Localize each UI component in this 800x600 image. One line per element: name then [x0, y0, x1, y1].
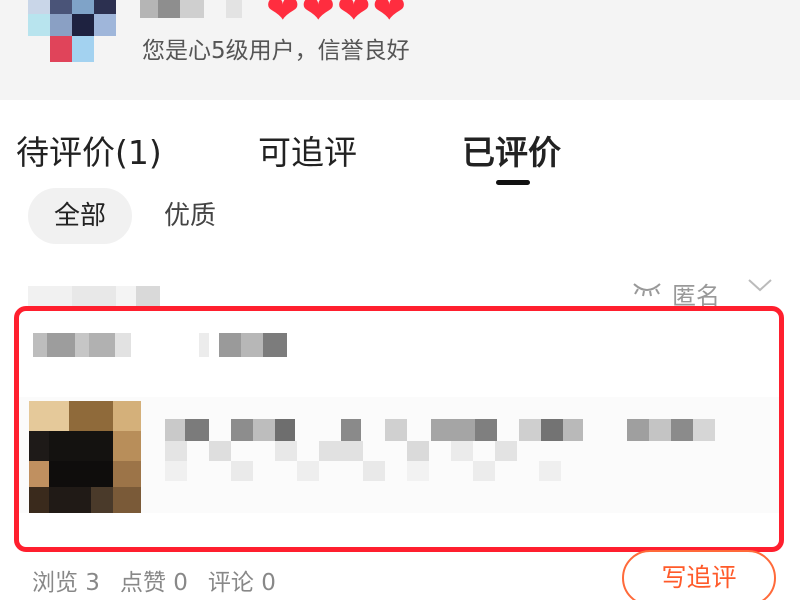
- comments-count: 评论 0: [207, 570, 276, 596]
- tab-follow-up-review[interactable]: 可追评: [258, 126, 357, 174]
- heart-icon: ❤: [372, 0, 407, 33]
- user-header: ❤ ❤ ❤ ❤ 您是心5级用户，信誉良好: [0, 0, 800, 100]
- chevron-down-icon[interactable]: [746, 272, 774, 302]
- review-card[interactable]: [14, 306, 784, 552]
- shop-name-blurred: [33, 333, 293, 357]
- avatar[interactable]: [28, 0, 116, 66]
- likes-count: 点赞 0: [119, 570, 188, 596]
- closed-eye-icon[interactable]: [632, 278, 662, 304]
- filter-all[interactable]: 全部: [28, 188, 133, 244]
- filter-quality[interactable]: 优质: [138, 188, 242, 244]
- tab-pending-review[interactable]: 待评价(1): [16, 126, 162, 174]
- username-blurred: [140, 0, 242, 18]
- heart-icon: ❤: [337, 0, 371, 33]
- tab-reviewed[interactable]: 已评价: [462, 126, 561, 174]
- reviewer-name-blurred: [28, 286, 160, 306]
- review-stats: 浏览 3 点赞 0 评论 0: [32, 563, 276, 597]
- product-description-blurred: [165, 419, 765, 483]
- review-author-row: 匿名: [0, 270, 800, 310]
- heart-icon: ❤: [301, 0, 336, 33]
- active-tab-indicator: [496, 180, 530, 185]
- credit-hearts: ❤ ❤ ❤ ❤: [266, 0, 406, 30]
- heart-icon: ❤: [266, 0, 300, 33]
- write-follow-review-button[interactable]: 写追评: [622, 550, 776, 600]
- views-count: 浏览 3: [32, 570, 100, 596]
- credit-level-text: 您是心5级用户，信誉良好: [142, 38, 410, 64]
- product-row[interactable]: [19, 397, 779, 513]
- product-thumbnail[interactable]: [29, 401, 141, 513]
- review-tabs: 待评价(1) 可追评 已评价: [0, 126, 800, 186]
